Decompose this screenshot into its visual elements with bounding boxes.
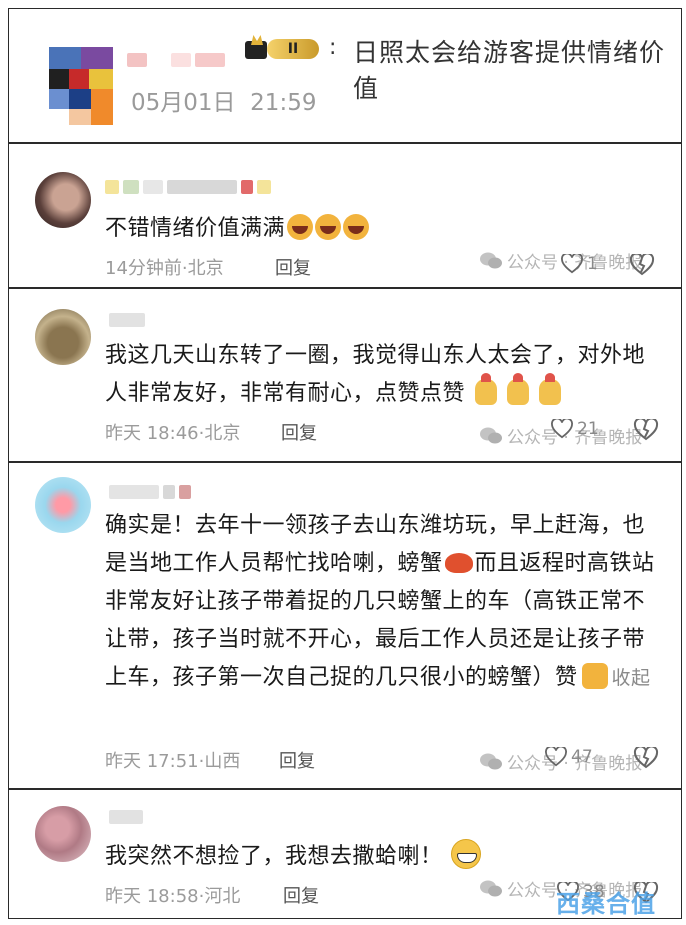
laughing-face-icon [315,214,342,240]
comment-time-2: 昨天 18:46·北京 [105,423,241,444]
wechat-icon [480,427,502,443]
comment-text-2-body: 我这几天山东转了一圈，我觉得山东人太会了，对外地人非常友好，非常有耐心，点赞点赞 [105,343,646,406]
level-badge-label: II [267,39,319,59]
commenter-avatar-2[interactable] [35,309,91,365]
comment-text-3: 确实是！去年十一领孩子去山东潍坊玩，早上赶海，也是当地工作人员帮忙找哈喇，螃蟹而… [105,507,663,697]
comment-text-1-body: 不错情绪价值满满 [105,216,286,241]
finger-heart-icon [539,373,562,405]
like-count-3: 47 [571,747,593,767]
post-date-value: 05月01日 [131,90,236,116]
comment-card-2: 我这几天山东转了一圈，我觉得山东人太会了，对外地人非常友好，非常有耐心，点赞点赞… [8,288,682,462]
comment-text-4-body: 我突然不想捡了，我想去撒蛤喇！ [105,844,443,869]
post-title[interactable]: 日照太会给游客提供情绪价值 [353,33,681,105]
commenter-avatar-3[interactable] [35,477,91,533]
level-badge: II [245,35,321,63]
commenter-avatar-4[interactable] [35,806,91,862]
like-button-3[interactable]: 47 [545,747,593,767]
comment-text-4: 我突然不想捡了，我想去撒蛤喇！ [105,838,663,876]
commenter-name-blurred-4 [109,808,143,826]
comment-card-3: 确实是！去年十一领孩子去山东潍坊玩，早上赶海，也是当地工作人员帮忙找哈喇，螃蟹而… [8,462,682,789]
commenter-name-blurred-2 [109,311,145,329]
broken-heart-icon[interactable] [629,254,655,276]
laughing-face-icon [343,214,370,240]
comment-text-2: 我这几天山东转了一圈，我觉得山东人太会了，对外地人非常友好，非常有耐心，点赞点赞 [105,337,663,413]
broken-heart-icon[interactable] [633,419,659,441]
like-count-1: 1 [587,254,598,274]
colon: : [329,35,337,60]
finger-heart-icon [475,373,498,405]
comment-time-3: 昨天 17:51·山西 [105,751,241,772]
post-time-value: 21:59 [250,90,317,116]
reply-button-4[interactable]: 回复 [283,882,319,908]
grinning-face-icon [450,839,481,869]
comment-time-4: 昨天 18:58·河北 [105,886,241,907]
collapse-link[interactable]: 收起 [612,667,651,689]
heart-icon [561,254,583,274]
like-button-2[interactable]: 21 [551,419,599,439]
wechat-icon [480,753,502,769]
wechat-icon [480,252,502,268]
reply-button-3[interactable]: 回复 [279,747,315,773]
heart-icon [551,419,573,439]
commenter-avatar-1[interactable] [35,172,91,228]
crab-icon [444,553,473,573]
broken-heart-icon[interactable] [633,747,659,769]
reply-button-1[interactable]: 回复 [275,254,311,280]
comment-text-1: 不错情绪价值满满 [105,210,663,248]
thumbs-up-icon [581,663,608,689]
heart-icon [545,747,567,767]
commenter-name-blurred-3 [109,483,191,501]
reply-button-2[interactable]: 回复 [281,419,317,445]
laughing-face-icon [287,214,314,240]
post-header-card: II : 日照太会给游客提供情绪价值 05月01日 21:59 [8,8,682,143]
like-count-2: 21 [577,419,599,439]
finger-heart-icon [507,373,530,405]
commenter-name-blurred-1 [105,178,271,196]
comment-card-1: 不错情绪价值满满 14分钟前·北京 回复 公众号 · 齐鲁晚报 1 [8,143,682,288]
like-button-1[interactable]: 1 [561,254,598,274]
post-date: 05月01日 21:59 [131,83,316,117]
wechat-icon [480,880,502,896]
corner-logo: 西桑合值 [556,890,656,918]
comment-time-1: 14分钟前·北京 [105,258,224,279]
poster-name-blurred [127,51,225,69]
poster-avatar[interactable] [49,47,113,127]
